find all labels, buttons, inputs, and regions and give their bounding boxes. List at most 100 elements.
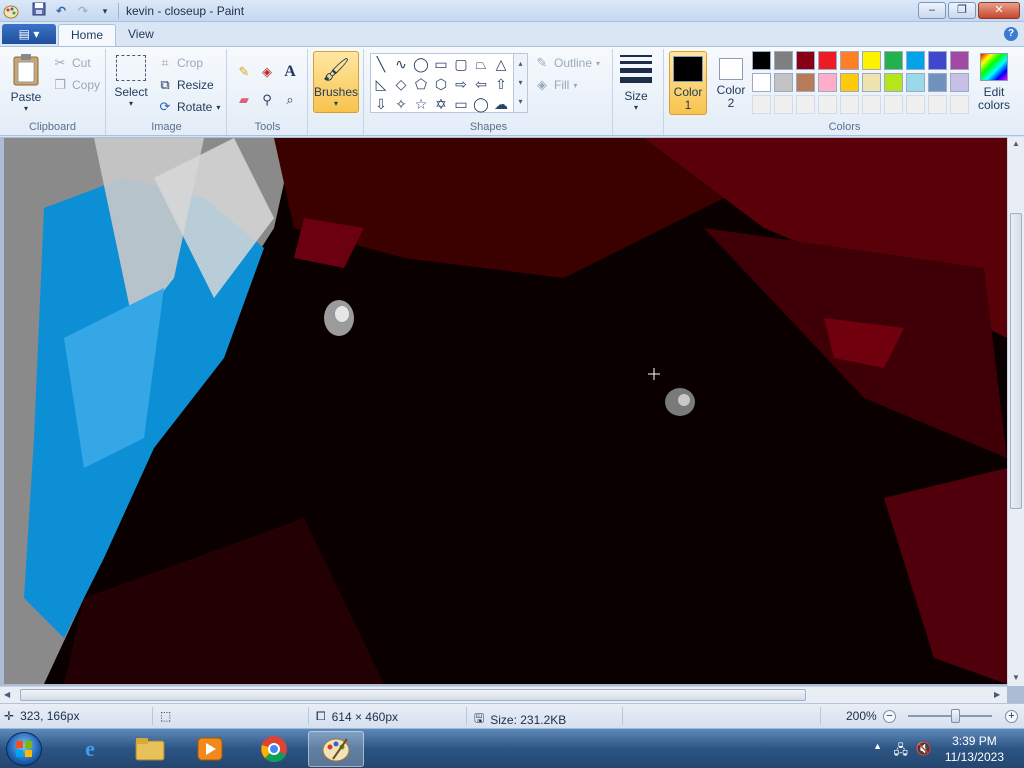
curve-shape-icon[interactable]: ∿ bbox=[391, 54, 411, 74]
magnifier-icon[interactable]: ⌕ bbox=[280, 89, 300, 109]
up-arrow-shape-icon[interactable]: ⇧ bbox=[491, 74, 511, 94]
diamond-shape-icon[interactable]: ◇ bbox=[391, 74, 411, 94]
paint-taskbar-button[interactable] bbox=[308, 731, 364, 767]
tab-view[interactable]: View bbox=[116, 24, 166, 46]
four-point-star-shape-icon[interactable]: ✧ bbox=[391, 94, 411, 114]
paste-button[interactable]: Paste ▾ bbox=[6, 53, 46, 113]
system-clock[interactable]: 3:39 PM 11/13/2023 bbox=[945, 733, 1004, 765]
selection-icon: ⬚ bbox=[160, 709, 172, 723]
scroll-down-icon[interactable]: ▼ bbox=[1012, 673, 1020, 682]
triangle-shape-icon[interactable]: △ bbox=[491, 54, 511, 74]
paint-app-icon[interactable] bbox=[3, 3, 19, 19]
outline-button[interactable]: ✎ Outline ▾ bbox=[534, 55, 601, 71]
fill-button[interactable]: ◈ Fill ▾ bbox=[534, 77, 577, 93]
copy-label: Copy bbox=[72, 78, 101, 92]
tools-group-label: Tools bbox=[254, 121, 281, 133]
down-arrow-shape-icon[interactable]: ⇩ bbox=[371, 94, 391, 114]
network-icon[interactable]: 🖧 bbox=[894, 741, 909, 763]
clock-date: 11/13/2023 bbox=[944, 750, 1004, 764]
minimize-button[interactable]: – bbox=[918, 2, 946, 19]
status-divider bbox=[466, 707, 467, 725]
vertical-scroll-thumb[interactable] bbox=[1010, 213, 1022, 509]
chrome-icon bbox=[261, 736, 287, 763]
zoom-slider-track[interactable] bbox=[908, 715, 992, 717]
select-label: Select bbox=[114, 85, 148, 99]
horizontal-scrollbar[interactable]: ◀ ▶ bbox=[0, 686, 1007, 703]
line-shape-icon[interactable]: ╲ bbox=[371, 54, 391, 74]
chevron-down-icon: ▾ bbox=[23, 104, 28, 113]
status-bar: ✛ 323, 166px ⬚ ⧠ 614 × 460px 🖫 Size: 231… bbox=[0, 703, 1024, 728]
chevron-down-icon: ▾ bbox=[216, 102, 221, 112]
hexagon-shape-icon[interactable]: ⬡ bbox=[431, 74, 451, 94]
eraser-icon[interactable]: ▰ bbox=[234, 89, 254, 109]
crop-label: Crop bbox=[177, 56, 204, 70]
five-point-star-shape-icon[interactable]: ☆ bbox=[411, 94, 431, 114]
horizontal-scroll-thumb[interactable] bbox=[20, 689, 806, 701]
text-tool-icon[interactable]: A bbox=[280, 61, 300, 81]
save-icon[interactable] bbox=[30, 2, 48, 20]
scissors-icon: ✂ bbox=[54, 55, 66, 70]
chevron-down-icon: ▾ bbox=[573, 80, 578, 90]
pentagon-shape-icon[interactable]: ⬠ bbox=[411, 74, 431, 94]
copy-button[interactable]: ❐ Copy bbox=[52, 77, 100, 93]
rounded-callout-shape-icon[interactable]: ▭ bbox=[451, 94, 471, 114]
oval-shape-icon[interactable]: ◯ bbox=[411, 54, 431, 74]
customize-toolbar-icon[interactable]: ▾ bbox=[96, 2, 114, 20]
six-point-star-shape-icon[interactable]: ✡ bbox=[431, 94, 451, 114]
restore-button[interactable]: ❐ bbox=[948, 2, 976, 19]
resize-button[interactable]: ⧉ Resize bbox=[157, 77, 213, 93]
canvas-image bbox=[4, 138, 1007, 684]
cloud-callout-shape-icon[interactable]: ☁ bbox=[491, 94, 511, 114]
fill-bucket-icon[interactable]: ◈ bbox=[257, 61, 277, 81]
internet-explorer-icon: e bbox=[85, 736, 95, 761]
status-divider bbox=[152, 707, 153, 725]
drawing-canvas[interactable] bbox=[4, 138, 1007, 684]
right-arrow-shape-icon[interactable]: ⇨ bbox=[451, 74, 471, 94]
file-menu-button[interactable]: ▤ ▾ bbox=[2, 24, 56, 44]
polygon-shape-icon[interactable]: ⏢ bbox=[471, 54, 491, 74]
volume-muted-icon[interactable]: 🔇 bbox=[916, 741, 932, 757]
rotate-label: Rotate bbox=[177, 100, 213, 114]
fill-icon: ◈ bbox=[537, 77, 547, 92]
title-bar: ↶ ↷ ▾ kevin - closeup - Paint – ❐ ✕ bbox=[0, 0, 1024, 22]
zoom-in-button[interactable]: + bbox=[1005, 710, 1018, 723]
tab-home[interactable]: Home bbox=[58, 24, 117, 46]
select-button[interactable]: Select ▾ bbox=[113, 55, 149, 108]
media-player-taskbar-button[interactable] bbox=[182, 731, 238, 767]
crop-button[interactable]: ⌗ Crop bbox=[157, 55, 203, 71]
cut-button[interactable]: ✂ Cut bbox=[52, 55, 91, 71]
rectangle-shape-icon[interactable]: ▭ bbox=[431, 54, 451, 74]
explorer-taskbar-button[interactable] bbox=[122, 731, 178, 767]
undo-icon[interactable]: ↶ bbox=[52, 2, 70, 20]
help-icon[interactable]: ? bbox=[1004, 27, 1018, 41]
chevron-down-icon: ▾ bbox=[128, 99, 133, 108]
outline-icon: ✎ bbox=[536, 55, 548, 70]
pencil-icon[interactable]: ✎ bbox=[234, 61, 254, 81]
internet-explorer-taskbar-button[interactable]: e bbox=[62, 731, 118, 767]
color-picker-icon[interactable]: ⚲ bbox=[257, 89, 277, 109]
shapes-scroll[interactable]: ▴ ▾ ▾ bbox=[513, 54, 527, 112]
start-button[interactable] bbox=[6, 732, 42, 766]
scroll-left-icon[interactable]: ◀ bbox=[4, 690, 10, 699]
scroll-up-icon[interactable]: ▲ bbox=[1012, 139, 1020, 148]
brushes-group bbox=[309, 49, 364, 135]
status-divider bbox=[820, 707, 821, 725]
clipboard-icon bbox=[13, 54, 39, 86]
disk-icon: 🖫 bbox=[474, 711, 485, 725]
rounded-rectangle-shape-icon[interactable]: ▢ bbox=[451, 54, 471, 74]
image-dimensions-text: 614 × 460px bbox=[331, 709, 399, 724]
image-group: Select ▾ ⌗ Crop ⧉ Resize ⟳ Rotate ▾ Imag… bbox=[107, 49, 227, 135]
right-triangle-shape-icon[interactable]: ◺ bbox=[371, 74, 391, 94]
zoom-slider-thumb[interactable] bbox=[951, 709, 960, 723]
close-button[interactable]: ✕ bbox=[978, 2, 1020, 19]
vertical-scrollbar[interactable]: ▲ ▼ bbox=[1007, 137, 1024, 686]
zoom-out-button[interactable]: − bbox=[883, 710, 896, 723]
scroll-right-icon[interactable]: ▶ bbox=[994, 690, 1000, 699]
show-hidden-icons[interactable]: ▲ bbox=[873, 741, 882, 751]
chrome-taskbar-button[interactable] bbox=[246, 731, 302, 767]
oval-callout-shape-icon[interactable]: ◯ bbox=[471, 94, 491, 114]
left-arrow-shape-icon[interactable]: ⇦ bbox=[471, 74, 491, 94]
quick-access-toolbar: ↶ ↷ ▾ bbox=[30, 2, 119, 20]
rotate-button[interactable]: ⟳ Rotate ▾ bbox=[157, 99, 221, 115]
redo-icon[interactable]: ↷ bbox=[74, 2, 92, 20]
